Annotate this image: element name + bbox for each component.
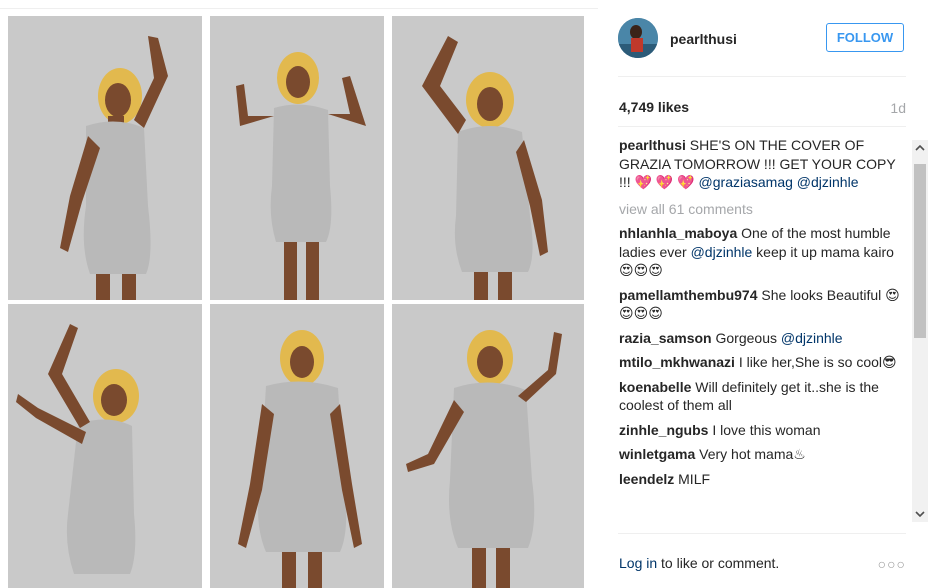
comment-text: Gorgeous bbox=[715, 329, 781, 346]
likes-count[interactable]: 4,749 likes bbox=[619, 99, 689, 115]
avatar[interactable] bbox=[618, 18, 658, 58]
comment-text: I love this woman bbox=[712, 421, 821, 438]
comment-text: I like her,She is so cool😎 bbox=[738, 354, 897, 370]
post-photo[interactable] bbox=[0, 14, 598, 588]
list-item: mtilo_mkhwanazi I like her,She is so coo… bbox=[619, 353, 909, 372]
comment-username[interactable]: razia_samson bbox=[619, 330, 712, 346]
photo-tile bbox=[210, 16, 384, 300]
comments-list: pearlthusi SHE'S ON THE COVER OF GRAZIA … bbox=[619, 136, 909, 528]
caption-username[interactable]: pearlthusi bbox=[619, 137, 686, 153]
comment-username[interactable]: zinhle_ngubs bbox=[619, 422, 708, 438]
chevron-down-icon[interactable] bbox=[912, 506, 928, 522]
photo-tile bbox=[210, 304, 384, 588]
photo-tile bbox=[392, 304, 584, 588]
view-all-comments-link[interactable]: view all 61 comments bbox=[619, 200, 909, 219]
post-details-panel: pearlthusi FOLLOW 4,749 likes 1d pearlth… bbox=[598, 0, 928, 588]
list-item: pamellamthembu974 She looks Beautiful 😍😍… bbox=[619, 286, 909, 323]
header-divider bbox=[618, 76, 906, 77]
comment-mention[interactable]: @djzinhle bbox=[691, 244, 753, 260]
comment-username[interactable]: koenabelle bbox=[619, 379, 691, 395]
list-item: zinhle_ngubs I love this woman bbox=[619, 421, 909, 440]
post-age[interactable]: 1d bbox=[890, 100, 906, 116]
list-item: winletgama Very hot mama♨ bbox=[619, 445, 909, 464]
caption: pearlthusi SHE'S ON THE COVER OF GRAZIA … bbox=[619, 136, 909, 192]
likes-divider bbox=[618, 126, 906, 127]
list-item: razia_samson Gorgeous @djzinhle bbox=[619, 329, 909, 348]
caption-mention[interactable]: @djzinhle bbox=[797, 174, 859, 190]
list-item: koenabelle Will definitely get it..she i… bbox=[619, 378, 909, 415]
comment-mention[interactable]: @djzinhle bbox=[781, 330, 843, 346]
photo-tile bbox=[8, 304, 202, 588]
login-link[interactable]: Log in bbox=[619, 555, 657, 571]
comment-text: MILF bbox=[678, 470, 711, 487]
comment-username[interactable]: mtilo_mkhwanazi bbox=[619, 354, 735, 370]
top-divider bbox=[0, 8, 598, 9]
photo-tile bbox=[8, 16, 202, 300]
post-author-username[interactable]: pearlthusi bbox=[670, 31, 737, 47]
login-prompt: Log in to like or comment. bbox=[619, 555, 779, 571]
photo-tile bbox=[392, 16, 584, 300]
list-item: nhlanhla_maboya One of the most humble l… bbox=[619, 224, 909, 280]
list-item: leendelz MILF bbox=[619, 470, 909, 489]
login-prompt-text: to like or comment. bbox=[657, 555, 780, 571]
comment-username[interactable]: winletgama bbox=[619, 446, 695, 462]
footer-divider bbox=[618, 533, 906, 534]
scrollbar-thumb[interactable] bbox=[914, 164, 926, 338]
comment-text: Very hot mama♨ bbox=[699, 446, 806, 462]
comments-scrollbar[interactable] bbox=[912, 140, 928, 522]
chevron-up-icon[interactable] bbox=[912, 140, 928, 156]
comment-username[interactable]: nhlanhla_maboya bbox=[619, 225, 737, 241]
follow-button[interactable]: FOLLOW bbox=[826, 23, 904, 52]
comment-username[interactable]: pamellamthembu974 bbox=[619, 287, 758, 303]
caption-mention[interactable]: @graziasamag bbox=[699, 174, 793, 190]
comment-username[interactable]: leendelz bbox=[619, 471, 674, 487]
more-options-icon[interactable]: ○○○ bbox=[878, 556, 906, 572]
